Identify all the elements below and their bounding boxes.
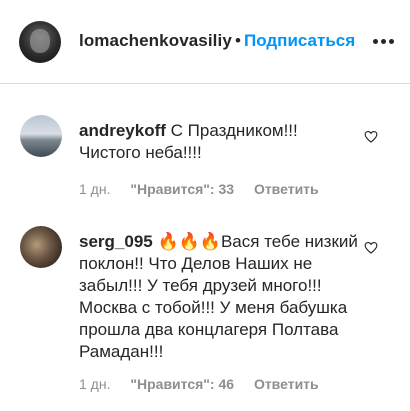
comment-username[interactable]: serg_095 <box>79 232 153 251</box>
comment-time[interactable]: 1 дн. <box>79 181 110 197</box>
comment-likes[interactable]: "Нравится": 33 <box>130 181 234 197</box>
comment-avatar[interactable] <box>20 226 62 268</box>
comment-body: andreykoff С Праздником!!! Чистого неба!… <box>79 120 359 164</box>
heart-icon[interactable] <box>364 241 378 254</box>
reply-button[interactable]: Ответить <box>254 376 319 392</box>
follow-button[interactable]: Подписаться <box>244 31 355 51</box>
heart-icon[interactable] <box>364 130 378 143</box>
comment-body: serg_095 🔥🔥🔥Вася тебе низкий поклон!! Чт… <box>79 231 359 363</box>
comment-time[interactable]: 1 дн. <box>79 376 110 392</box>
comment-meta: 1 дн. "Нравится": 33 Ответить <box>79 181 319 197</box>
post-header: lomachenkovasiliy • Подписаться <box>0 0 410 84</box>
more-icon[interactable] <box>373 39 395 45</box>
comment-text: 🔥🔥🔥Вася тебе низкий поклон!! Что Делов Н… <box>79 232 358 361</box>
comment-likes[interactable]: "Нравится": 46 <box>130 376 234 392</box>
separator-dot: • <box>235 31 241 50</box>
avatar[interactable] <box>19 21 61 63</box>
avatar-image <box>30 29 50 53</box>
reply-button[interactable]: Ответить <box>254 181 319 197</box>
comment-username[interactable]: andreykoff <box>79 121 166 140</box>
comment-avatar[interactable] <box>20 115 62 157</box>
comment-meta: 1 дн. "Нравится": 46 Ответить <box>79 376 319 392</box>
post-author-username[interactable]: lomachenkovasiliy <box>79 31 232 51</box>
